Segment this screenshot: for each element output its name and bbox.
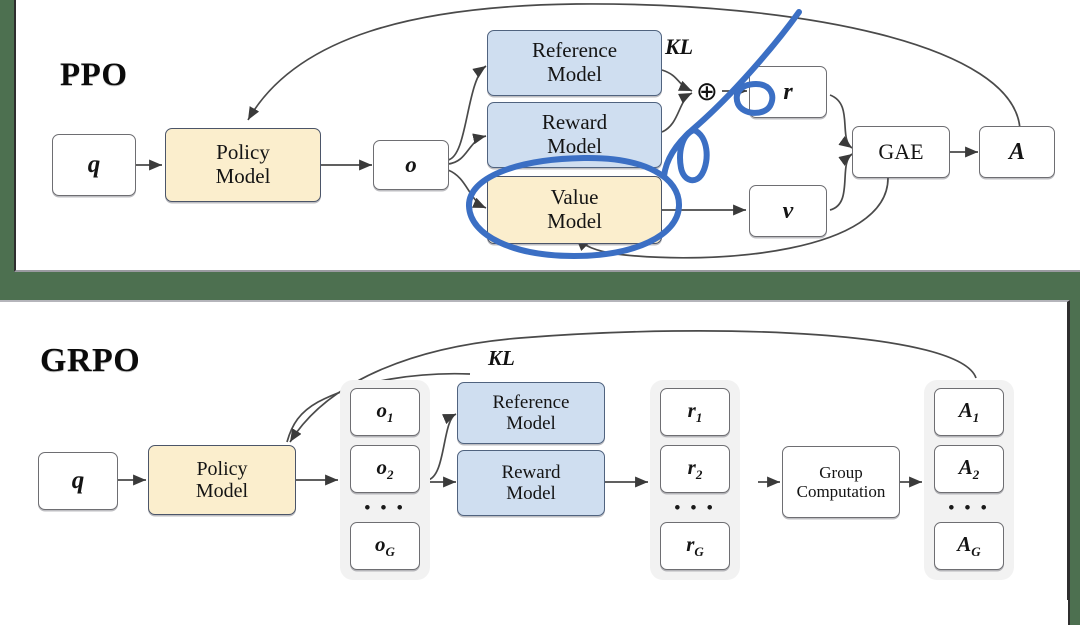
grpo-node-group-computation[interactable]: Group Computation [782,446,900,518]
annotation-value-model-circle [465,154,683,259]
annotation-vertical-loop [677,127,710,184]
grpo-node-r1[interactable]: r1 [660,388,730,436]
grpo-title: GRPO [40,342,141,379]
grpo-policy-model-line2: Model [195,480,249,502]
bottom-white-strip [0,600,1068,625]
grpo-node-o2[interactable]: o2 [350,445,420,493]
grpo-node-o1[interactable]: o1 [350,388,420,436]
grpo-node-reference-model[interactable]: Reference Model [457,382,605,444]
grpo-AG-label: A [957,531,972,556]
grpo-node-policy-model[interactable]: Policy Model [148,445,296,515]
grpo-A1-sub: 1 [972,409,980,425]
grpo-oG-sub: G [385,543,395,559]
grpo-node-r2[interactable]: r2 [660,445,730,493]
grpo-policy-model-line1: Policy [196,457,248,480]
grpo-node-A2[interactable]: A2 [934,445,1004,493]
ppo-panel: PPO q Policy Model o Reference Model Rew… [14,0,1080,272]
grpo-node-reward-model[interactable]: Reward Model [457,450,605,516]
grpo-reward-model-line2: Model [506,483,556,504]
grpo-oG-label: o [375,531,386,556]
grpo-r1-sub: 1 [695,409,703,425]
grpo-o2-sub: 2 [386,466,394,482]
grpo-reference-model-line2: Model [506,413,556,434]
grpo-r2-label: r [687,454,696,479]
grpo-node-oG[interactable]: oG [350,522,420,570]
grpo-advantages-ellipsis: • • • [948,498,990,517]
grpo-node-AG[interactable]: AG [934,522,1004,570]
grpo-rewards-ellipsis: • • • [674,498,716,517]
grpo-o1-sub: 1 [386,409,394,425]
annotation-reward-loop [733,81,776,116]
grpo-group-computation-line2: Computation [796,482,886,501]
ppo-handdrawn-annotations [16,0,1080,270]
grpo-node-q[interactable]: q [38,452,118,510]
grpo-q-label: q [71,467,85,494]
figure-root: PPO q Policy Model o Reference Model Rew… [0,0,1080,625]
grpo-o2-label: o [376,454,387,479]
grpo-group-computation-line1: Group [819,462,863,482]
grpo-node-rG[interactable]: rG [660,522,730,570]
grpo-panel: GRPO q Policy Model o1 o2 • • • oG KL Re… [0,300,1070,625]
grpo-A2-sub: 2 [972,466,980,482]
grpo-o1-label: o [376,397,387,422]
grpo-kl-label: KL [488,346,515,370]
grpo-rG-sub: G [694,543,704,559]
grpo-outputs-ellipsis: • • • [364,498,406,517]
grpo-reward-model-line1: Reward [501,461,561,483]
annotation-diagonal-stroke [661,9,802,179]
grpo-A1-label: A [958,397,973,422]
grpo-r2-sub: 2 [695,466,703,482]
grpo-reference-model-line1: Reference [492,391,570,413]
grpo-A2-label: A [958,454,973,479]
grpo-node-A1[interactable]: A1 [934,388,1004,436]
grpo-r1-label: r [687,397,696,422]
grpo-AG-sub: G [971,543,981,559]
